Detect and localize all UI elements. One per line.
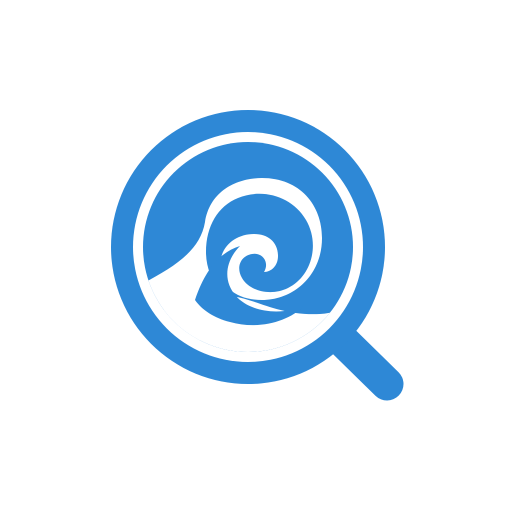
wave-magnifier-icon <box>111 110 404 401</box>
app-icon-canvas <box>0 0 512 512</box>
